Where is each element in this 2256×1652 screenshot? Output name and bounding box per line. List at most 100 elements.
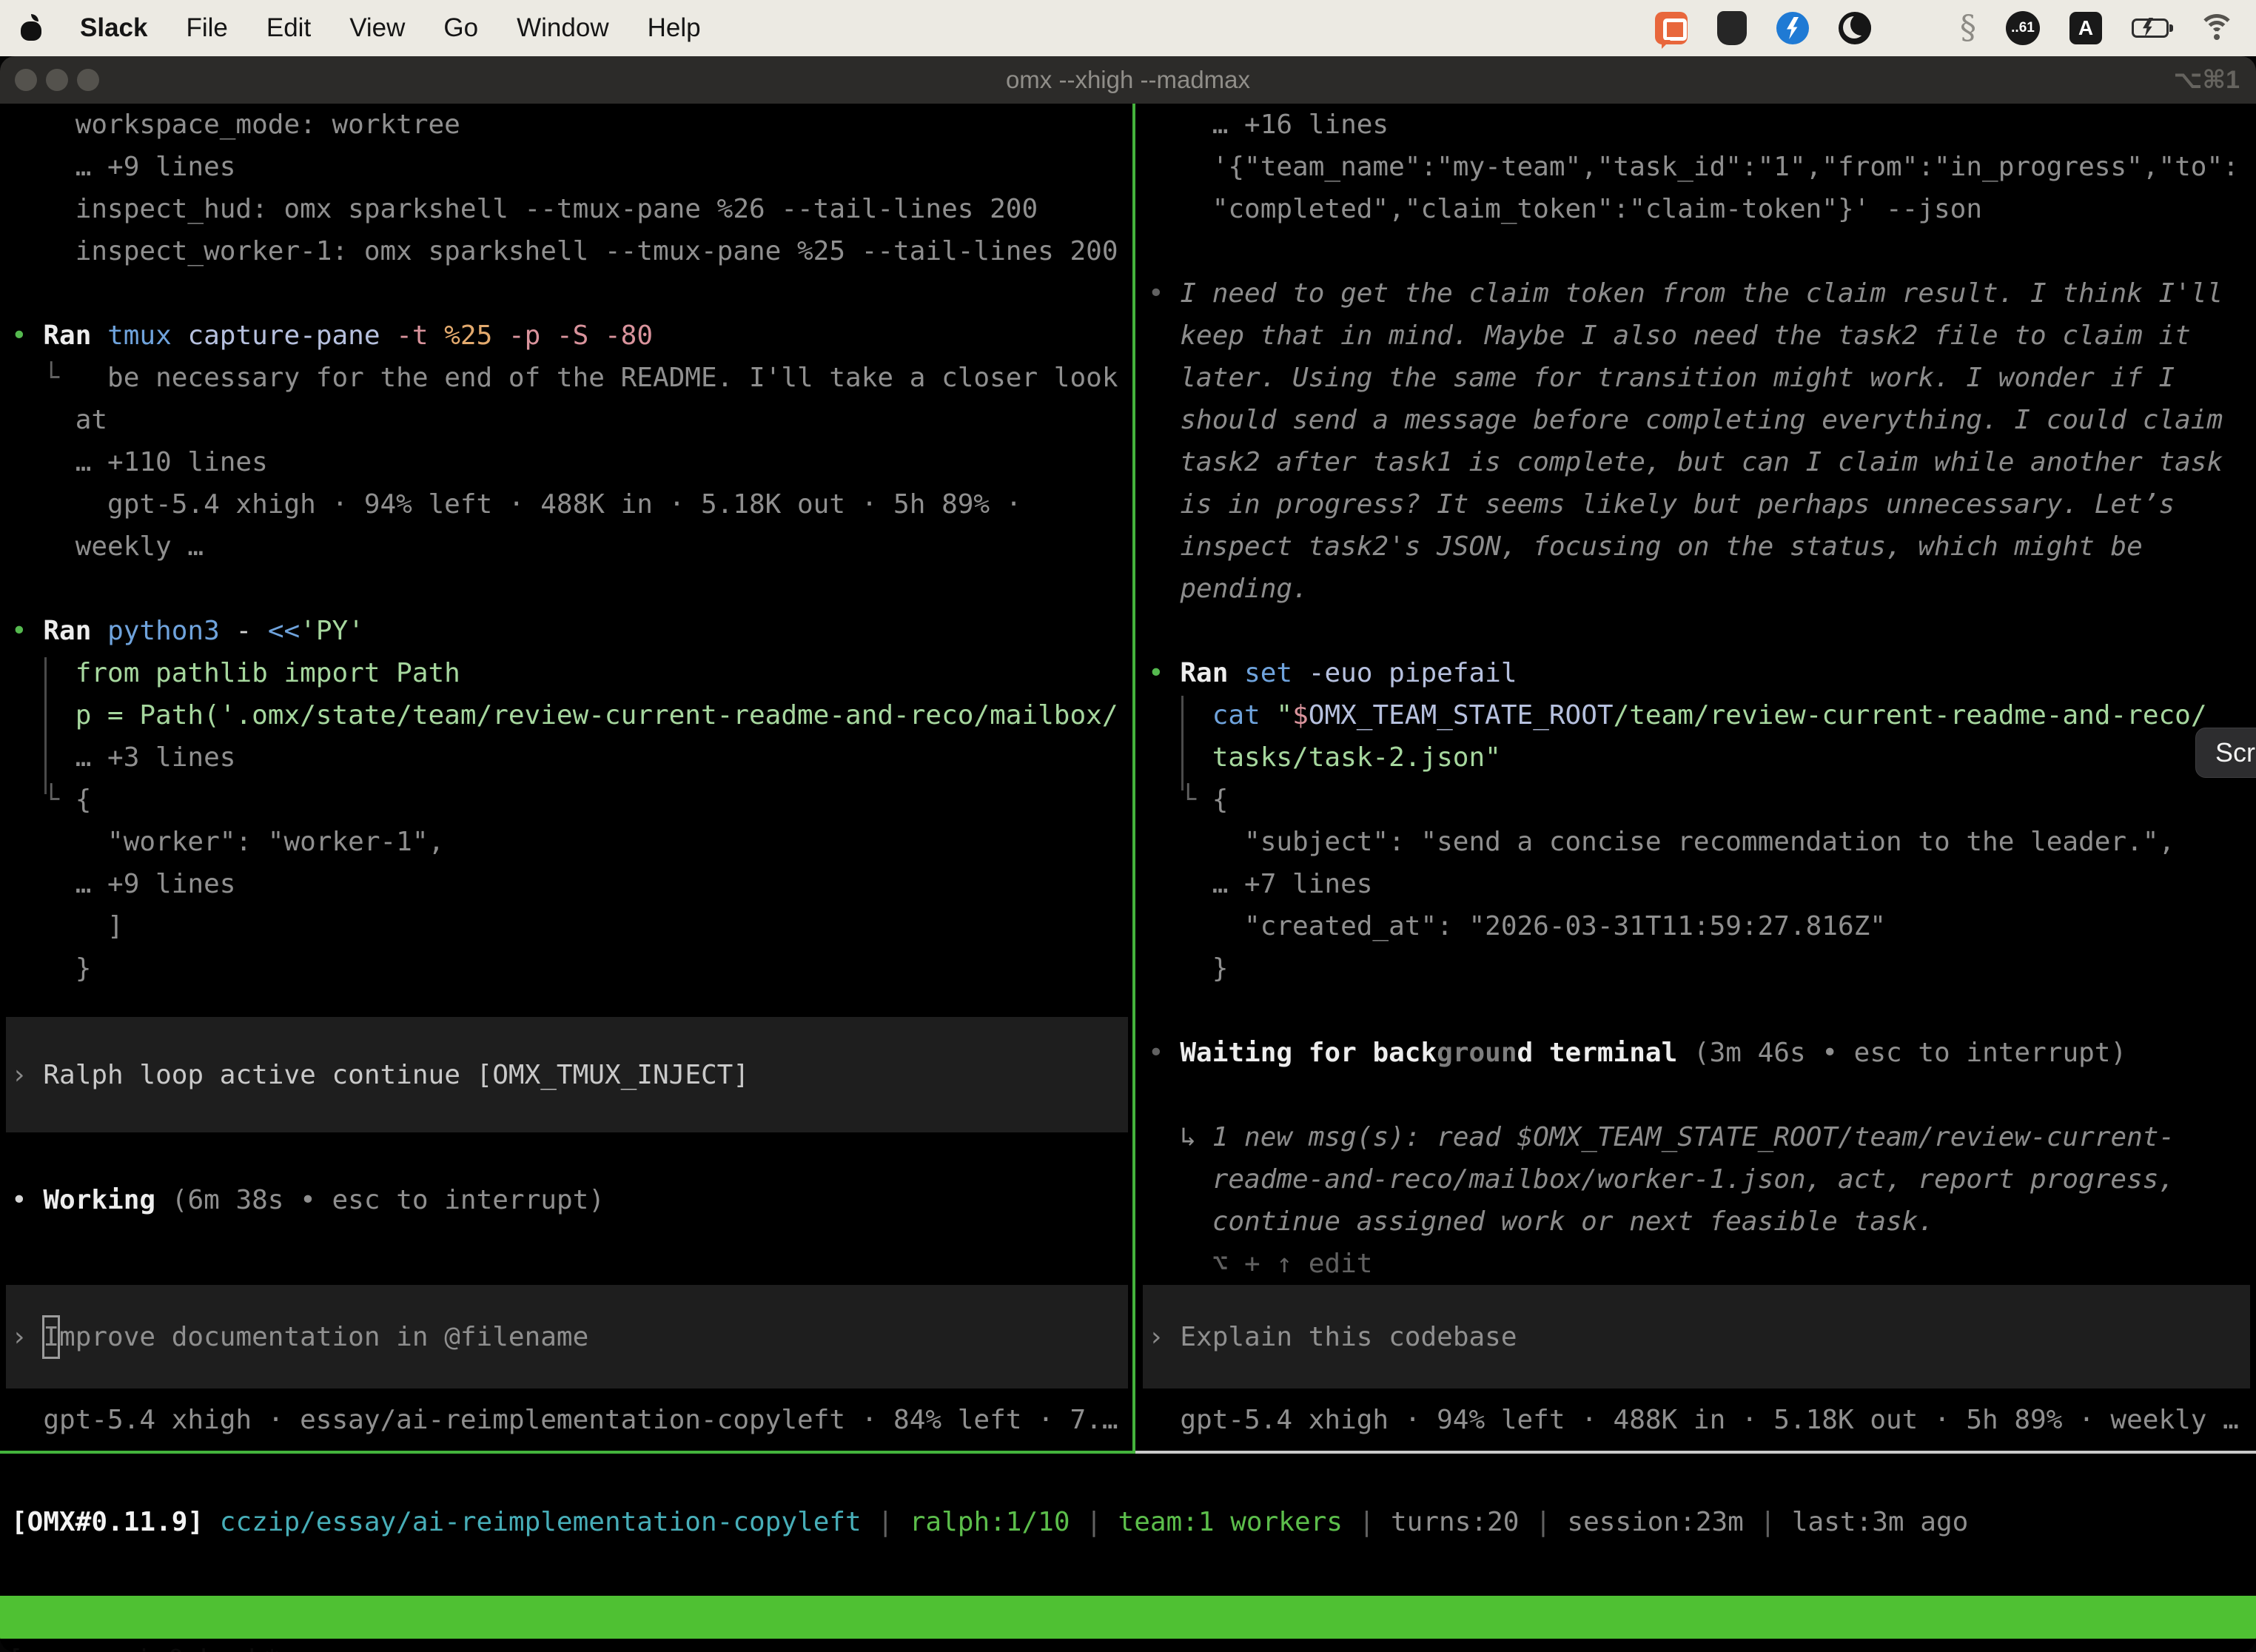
blank-line [11, 272, 1134, 315]
terminal-line: ⌥ + ↑ edit [1148, 1243, 2256, 1285]
terminal-body: workspace_mode: worktree… +9 linesinspec… [0, 104, 2256, 1652]
terminal-line: workspace_mode: worktree [11, 104, 1134, 146]
terminal-line: p = Path('.omx/state/team/review-current… [11, 694, 1134, 736]
keypad-icon[interactable] [1717, 11, 1747, 45]
minimize-button[interactable] [46, 69, 68, 91]
apple-menu-icon[interactable] [21, 16, 41, 41]
window-titlebar[interactable]: omx --xhigh --madmax ⌥⌘1 [0, 56, 2256, 104]
terminal-line: … +9 lines [11, 146, 1134, 188]
dots-grid-icon[interactable] [1901, 13, 1930, 43]
chevron-prompt-icon: › [1148, 1322, 1180, 1352]
terminal-line: cat "$OMX_TEAM_STATE_ROOT/team/review-cu… [1148, 694, 2256, 736]
input-placeholder: mprove documentation in @filename [59, 1322, 588, 1352]
screenshot-tooltip: Scre [2195, 728, 2256, 778]
terminal-line: • I need to get the claim token from the… [1148, 272, 2256, 315]
menu-help[interactable]: Help [648, 13, 701, 43]
terminal-line: later. Using the same for transition mig… [1148, 357, 2256, 399]
text-cursor: I [43, 1316, 59, 1358]
terminal-line: "completed","claim_token":"claim-token"}… [1148, 188, 2256, 230]
terminal-line: is in progress? It seems likely but perh… [1148, 483, 2256, 526]
close-button[interactable] [15, 69, 37, 91]
percent-badge-icon[interactable]: ..61 [2006, 11, 2040, 45]
traffic-lights [15, 56, 99, 104]
terminal-line: } [11, 947, 1134, 990]
chevron-prompt-icon: › [11, 1322, 43, 1352]
menu-view[interactable]: View [349, 13, 405, 43]
menu-file[interactable]: File [186, 13, 227, 43]
blank-line [1148, 610, 2256, 652]
screen: Slack File Edit View Go Window Help § ..… [0, 0, 2256, 1652]
prompt-input-left[interactable]: › Improve documentation in @filename [6, 1285, 1128, 1389]
battery-icon[interactable] [2132, 19, 2169, 38]
terminal-line: continue assigned work or next feasible … [1148, 1201, 2256, 1243]
bolt-badge-icon[interactable] [1776, 12, 1809, 44]
terminal-line: └ be necessary for the end of the README… [11, 357, 1134, 399]
pane-divider[interactable] [1132, 104, 1135, 1452]
terminal-line: ] [11, 905, 1134, 947]
ralph-loop-banner: › Ralph loop active continue [OMX_TMUX_I… [6, 1017, 1128, 1132]
terminal-line: └ { [11, 779, 1134, 821]
blank-line [1148, 1074, 2256, 1116]
terminal-line: at [11, 399, 1134, 441]
terminal-output-left: workspace_mode: worktree… +9 linesinspec… [11, 104, 1134, 990]
tmux-pane-right[interactable]: … +16 lines'{"team_name":"my-team","task… [1137, 104, 2256, 1452]
wifi-icon[interactable] [2198, 14, 2235, 42]
terminal-line: … +3 lines [11, 736, 1134, 779]
terminal-line: • Ran python3 - <<'PY' [11, 610, 1134, 652]
chat-app-icon[interactable] [1655, 12, 1688, 44]
indent-guide [1181, 696, 1184, 790]
window-shortcut-badge: ⌥⌘1 [2173, 56, 2240, 104]
terminal-line: keep that in mind. Maybe I also need the… [1148, 315, 2256, 357]
menu-edit[interactable]: Edit [266, 13, 311, 43]
indent-guide [44, 657, 47, 794]
terminal-line: pending. [1148, 568, 2256, 610]
terminal-line: "created_at": "2026-03-31T11:59:27.816Z" [1148, 905, 2256, 947]
model-status-right: gpt-5.4 xhigh · 94% left · 488K in · 5.1… [1148, 1399, 2239, 1441]
terminal-line: … +9 lines [11, 863, 1134, 905]
menu-bar: Slack File Edit View Go Window Help § ..… [0, 0, 2256, 56]
terminal-line: • Ran tmux capture-pane -t %25 -p -S -80 [11, 315, 1134, 357]
input-placeholder: Explain this codebase [1180, 1322, 1517, 1352]
zoom-button[interactable] [77, 69, 99, 91]
menu-bar-status-icons: § ..61 A [1655, 11, 2235, 45]
terminal-line: inspect_hud: omx sparkshell --tmux-pane … [11, 188, 1134, 230]
model-status-left: gpt-5.4 xhigh · essay/ai-reimplementatio… [11, 1399, 1118, 1441]
terminal-line: … +16 lines [1148, 104, 2256, 146]
tmux-status-bar: [omx-cczip0:bash* "MacBook-Pro-44.local"… [0, 1596, 2256, 1639]
terminal-line: • Ran set -euo pipefail [1148, 652, 2256, 694]
terminal-line: should send a message before completing … [1148, 399, 2256, 441]
terminal-line: "worker": "worker-1", [11, 821, 1134, 863]
menu-go[interactable]: Go [443, 13, 478, 43]
blank-line [1148, 230, 2256, 272]
input-source-icon[interactable]: A [2069, 12, 2102, 44]
chevron-prompt-icon: › [11, 1060, 43, 1090]
terminal-line: task2 after task1 is complete, but can I… [1148, 441, 2256, 483]
tmux-pane-left[interactable]: workspace_mode: worktree… +9 linesinspec… [0, 104, 1134, 1452]
blank-line [11, 568, 1134, 610]
terminal-line: readme-and-reco/mailbox/worker-1.json, a… [1148, 1158, 2256, 1201]
hook-icon[interactable]: § [1960, 12, 1976, 44]
terminal-line: inspect_worker-1: omx sparkshell --tmux-… [11, 230, 1134, 272]
terminal-line: gpt-5.4 xhigh · 94% left · 488K in · 5.1… [11, 483, 1134, 526]
omx-status-line: [OMX#0.11.9] cczip/essay/ai-reimplementa… [11, 1501, 1968, 1543]
menu-window[interactable]: Window [517, 13, 608, 43]
terminal-line: inspect task2's JSON, focusing on the st… [1148, 526, 2256, 568]
app-menu-title[interactable]: Slack [80, 13, 147, 43]
ralph-loop-text: Ralph loop active continue [OMX_TMUX_INJ… [43, 1060, 749, 1090]
pane-border-active [0, 1451, 1135, 1454]
terminal-line: … +110 lines [11, 441, 1134, 483]
prompt-input-right[interactable]: › Explain this codebase [1143, 1285, 2250, 1389]
terminal-output-right: … +16 lines'{"team_name":"my-team","task… [1148, 104, 2256, 1285]
terminal-line: ↳ 1 new msg(s): read $OMX_TEAM_STATE_ROO… [1148, 1116, 2256, 1158]
terminal-line: • Waiting for background terminal (3m 46… [1148, 1032, 2256, 1074]
terminal-line: "subject": "send a concise recommendatio… [1148, 821, 2256, 863]
terminal-line: from pathlib import Path [11, 652, 1134, 694]
moon-badge-icon[interactable] [1839, 12, 1871, 44]
terminal-line: └ { [1148, 779, 2256, 821]
terminal-line: weekly … [11, 526, 1134, 568]
blank-line [1148, 990, 2256, 1032]
pane-border-inactive [1135, 1451, 2256, 1454]
window-title: omx --xhigh --madmax [1006, 66, 1250, 94]
working-status: • Working (6m 38s • esc to interrupt) [11, 1179, 605, 1221]
tmux-session-window: [omx-cczip0:bash* [7, 1639, 280, 1652]
